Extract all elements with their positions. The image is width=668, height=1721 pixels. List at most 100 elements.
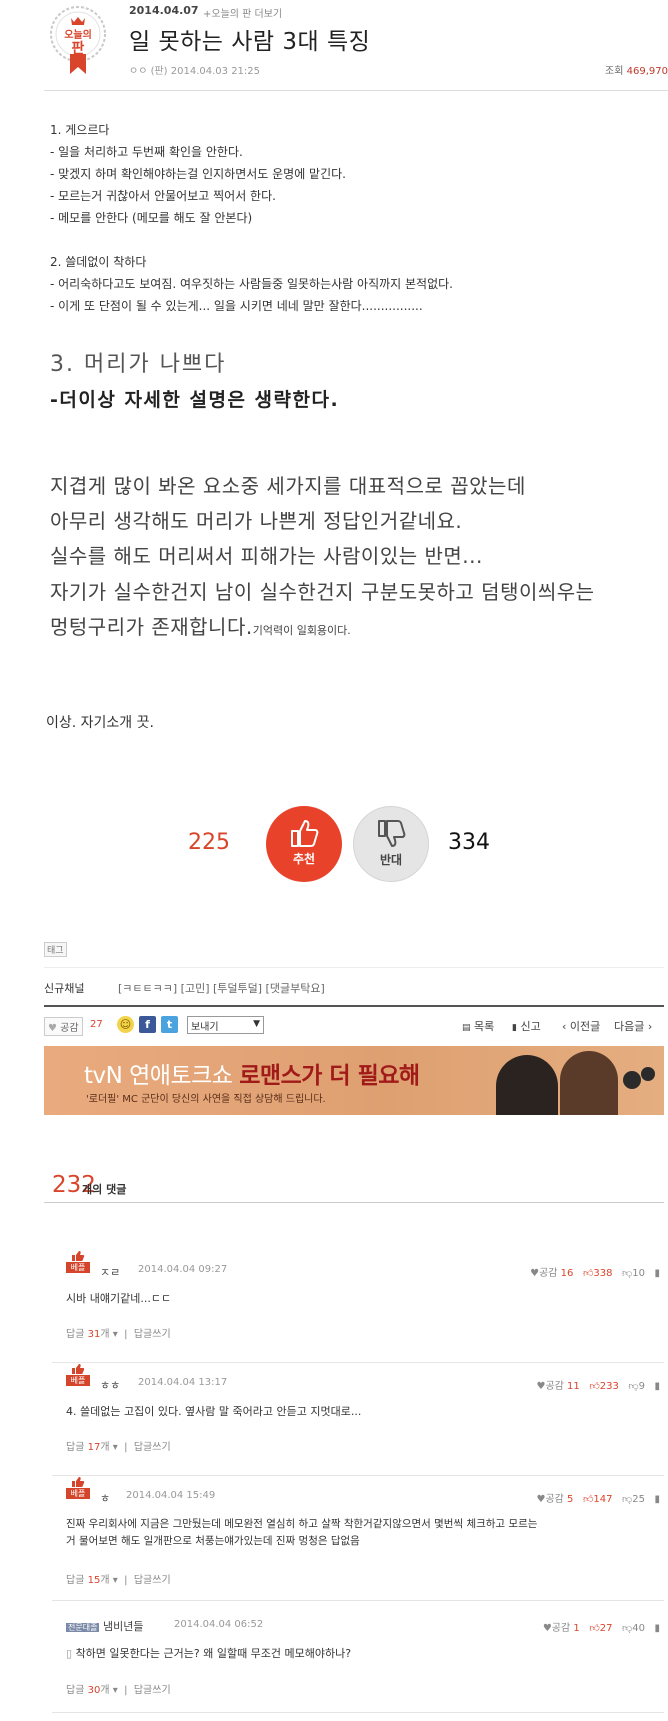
reply-pre: 답글 — [66, 1442, 88, 1453]
thumbs-up-icon[interactable]: 👍︎ — [589, 1381, 599, 1392]
oppose-label: 반대 — [379, 853, 403, 867]
share-select-value: 보내기 — [191, 1022, 219, 1033]
comment-divider — [52, 1600, 664, 1601]
comment-up-count: 147 — [593, 1494, 613, 1505]
ad-banner[interactable]: tvN 연애토크쇼 로맨스가 더 필요해 '로더필' MC 군단이 당신의 사연… — [44, 1046, 664, 1115]
comment-text: 4. 쓸데없는 고집이 있다. 옆사람 말 죽어라고 안듣고 지멋대로... — [66, 1403, 361, 1420]
share-select[interactable]: 보내기 ▼ — [187, 1016, 264, 1034]
report-icon[interactable]: ▮ — [654, 1623, 660, 1634]
emoticon-share-icon[interactable]: ☺ — [117, 1016, 134, 1033]
prev-post-link[interactable]: ‹ 이전글 — [562, 1018, 600, 1034]
featured-date: 2014.04.07 — [129, 4, 199, 17]
section3-title: 3. 머리가 나쁘다 — [50, 352, 227, 377]
like-button[interactable]: ♥ 공감 — [44, 1017, 83, 1036]
thumbs-up-icon — [72, 1477, 85, 1488]
section1-title: 1. 게으르다 — [50, 123, 110, 137]
thumbs-up-icon[interactable]: 👍︎ — [589, 1623, 599, 1634]
report-icon[interactable]: ▮ — [654, 1381, 660, 1392]
banner-deco-icon — [623, 1067, 655, 1089]
write-reply-link[interactable]: 답글쓰기 — [134, 1329, 171, 1340]
comment-actions: 답글 15개 ▾ | 답글쓰기 — [66, 1575, 171, 1586]
like-label: 공감 — [545, 1381, 564, 1392]
heart-icon: ♥ — [48, 1023, 57, 1034]
write-reply-link[interactable]: 답글쓰기 — [134, 1685, 171, 1696]
thumbs-down-icon — [378, 820, 406, 847]
report-icon[interactable]: ▮ — [654, 1494, 660, 1505]
banner-title: tvN 연애토크쇼 로맨스가 더 필요해 — [84, 1056, 420, 1090]
comment-actions: 답글 17개 ▾ | 답글쓰기 — [66, 1442, 171, 1453]
chevron-down-icon: ▾ — [112, 1442, 118, 1453]
post-signoff: 이상. 자기소개 끗. — [46, 715, 154, 731]
banner-title-pre: tvN 연애토크쇼 — [84, 1063, 240, 1089]
list-link[interactable]: ▤ 목록 — [462, 1018, 494, 1034]
like-label: 공감 — [539, 1268, 558, 1279]
reply-pre: 답글 — [66, 1575, 88, 1586]
reply-post: 개 — [100, 1442, 110, 1453]
write-reply-link[interactable]: 답글쓰기 — [134, 1442, 171, 1453]
chevron-down-icon: ▾ — [112, 1329, 118, 1340]
recommend-count: 225 — [188, 830, 230, 855]
report-icon: ▮ — [512, 1023, 517, 1033]
comment-up-count: 338 — [593, 1268, 613, 1279]
section3-subtitle: -더이상 자세한 설명은 생략한다. — [50, 389, 340, 411]
comment-like-count: 5 — [567, 1494, 574, 1505]
like-label: 공감 — [545, 1494, 564, 1505]
reply-toggle[interactable]: 답글 17개 ▾ — [66, 1442, 118, 1453]
thumbs-down-icon[interactable]: 👎︎ — [628, 1381, 638, 1392]
oppose-button[interactable]: 반대 — [353, 806, 429, 882]
chevron-down-icon: ▾ — [112, 1575, 118, 1586]
comment-down-count: 9 — [638, 1381, 645, 1392]
twitter-share-icon[interactable]: t — [161, 1016, 178, 1033]
recommend-button[interactable]: 추천 — [266, 806, 342, 882]
comment-item: 베플 ㅈㄹ 2014.04.04 09:27 ♥공감 16 👍︎338 👎︎10… — [52, 1250, 664, 1363]
oppose-count: 334 — [448, 830, 490, 855]
section2-title: 2. 쓸데없이 착하다 — [50, 255, 147, 269]
comment-stats: ♥공감 16 👍︎338 👎︎10 ▮ — [530, 1264, 660, 1279]
comment-item: 베플 ㅎ 2014.04.04 15:49 ♥공감 5 👍︎147 👎︎25 ▮… — [52, 1476, 664, 1601]
banner-host-photo — [496, 1055, 558, 1115]
body-paragraph-line: 지겹게 많이 봐온 요소중 세가지를 대표적으로 꼽았는데 — [50, 474, 526, 498]
reply-count: 31 — [87, 1329, 101, 1340]
report-icon[interactable]: ▮ — [654, 1268, 660, 1279]
write-reply-link[interactable]: 답글쓰기 — [134, 1575, 171, 1586]
heart-icon: ♥ — [542, 1623, 552, 1634]
thumbs-up-icon — [291, 820, 319, 847]
tag-divider — [44, 967, 664, 968]
section1-line: - 맞겠지 하며 확인해야하는걸 인지하면서도 운명에 맡긴다. — [50, 167, 346, 181]
comment-author[interactable]: 냄비년들 — [103, 1620, 143, 1633]
comment-author[interactable]: ㅈㄹ — [100, 1264, 120, 1280]
more-today-pan-link[interactable]: +오늘의 판 더보기 — [203, 5, 282, 20]
next-post-link[interactable]: 다음글 › — [614, 1018, 652, 1034]
comment-date: 2014.04.04 13:17 — [138, 1377, 228, 1388]
banner-subtitle: '로더필' MC 군단이 당신의 사연을 직접 상담해 드립니다. — [86, 1094, 326, 1105]
reply-count: 15 — [87, 1575, 101, 1586]
comment-down-count: 40 — [632, 1623, 645, 1634]
reply-toggle[interactable]: 답글 15개 ▾ — [66, 1575, 118, 1586]
comment-author[interactable]: ㅎ — [100, 1490, 110, 1506]
thumbs-up-icon — [72, 1364, 85, 1375]
comment-actions: 답글 31개 ▾ | 답글쓰기 — [66, 1329, 171, 1340]
thumbs-down-icon[interactable]: 👎︎ — [622, 1623, 632, 1634]
comment-down-count: 25 — [632, 1494, 645, 1505]
best-label: 베플 — [66, 1488, 90, 1499]
facebook-share-icon[interactable]: f — [139, 1016, 156, 1033]
thumbs-down-icon[interactable]: 👎︎ — [622, 1268, 632, 1279]
comment-text-line: 4. 쓸데없는 고집이 있다. 옆사람 말 죽어라고 안듣고 지멋대로... — [66, 1405, 362, 1418]
thumbs-down-icon[interactable]: 👎︎ — [622, 1494, 632, 1505]
comment-author[interactable]: ㅎㅎ — [100, 1377, 120, 1393]
thumbs-up-icon[interactable]: 👍︎ — [583, 1494, 593, 1505]
comment-stats: ♥공감 1 👍︎27 👎︎40 ▮ — [543, 1619, 660, 1634]
report-link[interactable]: ▮ 신고 — [512, 1018, 541, 1034]
reply-toggle[interactable]: 답글 30개 ▾ — [66, 1685, 118, 1696]
best-label: 베플 — [66, 1262, 90, 1273]
comment-text-line: 시바 내얘기같네...ㄷㄷ — [66, 1292, 172, 1305]
badge-line2: 판 — [71, 41, 85, 57]
channel-links[interactable]: [ㅋㅌㅌㅋㅋ] [고민] [투덜투덜] [댓글부탁요] — [118, 980, 325, 996]
thumbs-up-icon[interactable]: 👍︎ — [583, 1268, 593, 1279]
reply-toggle[interactable]: 답글 31개 ▾ — [66, 1329, 118, 1340]
report-label: 신고 — [520, 1020, 541, 1033]
section2-line: - 어리숙하다고도 보여짐. 여우짓하는 사람들중 일못하는사람 아직까지 본적… — [50, 277, 453, 291]
recommend-label: 추천 — [292, 852, 316, 866]
reply-post: 개 — [100, 1685, 110, 1696]
comment-text-line: 거 물어보면 해도 일개판으로 처풍는얘가있는데 진짜 멍청은 답없음 — [66, 1535, 360, 1547]
